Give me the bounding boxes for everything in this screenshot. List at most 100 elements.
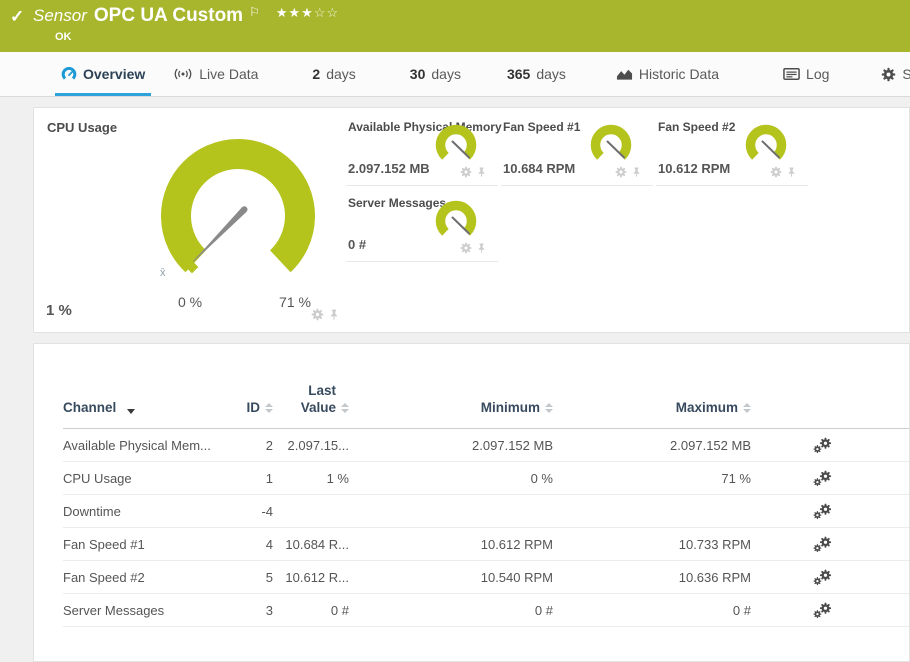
gauge-pin-icon[interactable] bbox=[476, 242, 487, 254]
tab-365-days[interactable]: 365 days bbox=[501, 52, 572, 96]
column-header-minimum[interactable]: Minimum bbox=[349, 399, 553, 416]
channel-gauge-value: 2.097.152 MB bbox=[348, 161, 430, 176]
channel-name-link[interactable]: Server Messages bbox=[63, 603, 243, 618]
gauge-pin-icon[interactable] bbox=[328, 308, 340, 321]
gear-icon bbox=[882, 67, 896, 81]
log-icon bbox=[783, 68, 800, 80]
channel-gauge-value: 0 # bbox=[348, 237, 367, 252]
tab-log[interactable]: Log bbox=[777, 52, 835, 96]
column-header-maximum[interactable]: Maximum bbox=[553, 399, 751, 416]
tab-historic-data[interactable]: Historic Data bbox=[610, 52, 725, 96]
sort-arrows-icon bbox=[341, 403, 349, 413]
primary-gauge-title: CPU Usage bbox=[47, 120, 118, 135]
column-label: Value bbox=[300, 400, 336, 415]
available-physical-memory-gauge bbox=[432, 124, 480, 170]
gauge-settings-gear-icon[interactable] bbox=[311, 308, 324, 321]
average-marker-label: x̄ bbox=[160, 267, 166, 279]
channel-last-value: 10.612 R... bbox=[285, 569, 349, 585]
channel-settings-gears-icon[interactable] bbox=[813, 470, 832, 487]
channel-table: Channel ID Last Value Minimum Maximum Av… bbox=[34, 344, 909, 627]
historic-chart-icon bbox=[616, 69, 632, 80]
channel-name-link[interactable]: Downtime bbox=[63, 504, 243, 519]
server-messages-gauge bbox=[432, 200, 480, 246]
sensor-header: ✓ Sensor OPC UA Custom ⚐ ★★★☆☆ OK bbox=[0, 0, 910, 52]
fan-speed-1-gauge bbox=[587, 124, 635, 170]
gauge-scale-min: 0 % bbox=[177, 294, 203, 310]
channel-minimum: 2.097.152 MB bbox=[472, 437, 553, 453]
channel-maximum: 10.733 RPM bbox=[678, 536, 751, 552]
column-header-channel[interactable]: Channel bbox=[63, 399, 243, 416]
priority-flag-icon[interactable]: ⚐ bbox=[249, 5, 260, 19]
channel-gauge-cell: Fan Speed #2 10.612 RPM bbox=[656, 114, 808, 186]
table-row: Downtime -4 bbox=[63, 495, 909, 528]
sensor-kind-label: Sensor bbox=[33, 6, 87, 25]
channel-settings-gears-icon[interactable] bbox=[813, 569, 832, 586]
priority-stars[interactable]: ★★★☆☆ bbox=[276, 5, 339, 20]
channel-id: 3 bbox=[265, 602, 273, 618]
tab-overview[interactable]: Overview bbox=[55, 52, 152, 96]
channel-maximum: 2.097.152 MB bbox=[670, 437, 751, 453]
channel-gauge-cell: Available Physical Memory 2.097.152 MB bbox=[346, 114, 502, 186]
channel-settings-gears-icon[interactable] bbox=[813, 536, 832, 553]
overview-gauges-panel: CPU Usage x̄ 0 % 71 % 1 % Available Phys… bbox=[33, 107, 910, 333]
channel-settings-gears-icon[interactable] bbox=[813, 437, 832, 454]
channel-minimum: 10.540 RPM bbox=[480, 569, 553, 585]
table-row: Available Physical Mem... 2 2.097.15... … bbox=[63, 429, 909, 462]
channel-minimum: 10.612 RPM bbox=[480, 536, 553, 552]
channel-id: 1 bbox=[265, 470, 273, 486]
primary-gauge-value: 1 % bbox=[46, 302, 72, 319]
channel-gauge-cell: Fan Speed #1 10.684 RPM bbox=[501, 114, 653, 186]
tab-2-days[interactable]: 2 days bbox=[306, 52, 361, 96]
cpu-usage-gauge bbox=[161, 138, 315, 274]
gauge-pin-icon[interactable] bbox=[786, 166, 797, 178]
stars-empty[interactable]: ☆☆ bbox=[314, 5, 339, 20]
gauge-settings-gear-icon[interactable] bbox=[460, 242, 472, 254]
gauge-settings-gear-icon[interactable] bbox=[615, 166, 627, 178]
channel-gauge-value: 10.612 RPM bbox=[658, 161, 731, 176]
column-label: Maximum bbox=[675, 400, 738, 415]
channel-last-value: 1 % bbox=[326, 470, 349, 486]
sensor-status-badge: OK bbox=[55, 31, 72, 43]
gauge-settings-gear-icon[interactable] bbox=[770, 166, 782, 178]
channel-maximum: 10.636 RPM bbox=[678, 569, 751, 585]
channel-last-value: 0 # bbox=[330, 602, 349, 618]
gauge-pin-icon[interactable] bbox=[631, 166, 642, 178]
table-row: Server Messages 3 0 # 0 # 0 # bbox=[63, 594, 909, 627]
channel-settings-gears-icon[interactable] bbox=[813, 503, 832, 520]
column-label: Channel bbox=[63, 400, 117, 415]
table-row: Fan Speed #1 4 10.684 R... 10.612 RPM 10… bbox=[63, 528, 909, 561]
column-label: ID bbox=[246, 400, 261, 415]
channel-name-link[interactable]: CPU Usage bbox=[63, 471, 243, 486]
status-ok-check-icon: ✓ bbox=[10, 7, 25, 26]
tab-label: Historic Data bbox=[638, 66, 720, 82]
channel-gauge-title: Fan Speed #1 bbox=[503, 120, 581, 134]
channel-id: 5 bbox=[265, 569, 273, 585]
tab-30-days[interactable]: 30 days bbox=[404, 52, 467, 96]
channel-name-link[interactable]: Available Physical Mem... bbox=[63, 438, 243, 453]
channel-id: -4 bbox=[261, 503, 273, 519]
tab-settings[interactable]: Settings bbox=[875, 52, 910, 96]
channel-table-panel: Channel ID Last Value Minimum Maximum Av… bbox=[33, 343, 910, 662]
channel-name-link[interactable]: Fan Speed #1 bbox=[63, 537, 243, 552]
channel-minimum: 0 # bbox=[534, 602, 553, 618]
stars-filled[interactable]: ★★★ bbox=[276, 5, 314, 20]
tab-live-data[interactable]: Live Data bbox=[167, 52, 264, 96]
gauge-pin-icon[interactable] bbox=[476, 166, 487, 178]
column-header-id[interactable]: ID bbox=[243, 399, 273, 416]
sort-arrows-icon bbox=[265, 403, 273, 413]
gauge-icon bbox=[61, 66, 77, 80]
channel-maximum: 71 % bbox=[721, 470, 751, 486]
channel-name-link[interactable]: Fan Speed #2 bbox=[63, 570, 243, 585]
channel-last-value: 10.684 R... bbox=[285, 536, 349, 552]
tab-label: Overview bbox=[83, 66, 146, 82]
table-row: CPU Usage 1 1 % 0 % 71 % bbox=[63, 462, 909, 495]
tab-number: 365 bbox=[506, 66, 531, 82]
column-header-last-value[interactable]: Last Value bbox=[273, 382, 349, 416]
gauge-settings-gear-icon[interactable] bbox=[460, 166, 472, 178]
table-row: Fan Speed #2 5 10.612 R... 10.540 RPM 10… bbox=[63, 561, 909, 594]
tab-label: Live Data bbox=[199, 66, 259, 82]
tab-label: days bbox=[431, 66, 461, 82]
channel-table-header: Channel ID Last Value Minimum Maximum bbox=[63, 344, 909, 429]
tab-bar: Overview Live Data 2 days 30 days 365 da… bbox=[0, 52, 910, 97]
channel-settings-gears-icon[interactable] bbox=[813, 602, 832, 619]
